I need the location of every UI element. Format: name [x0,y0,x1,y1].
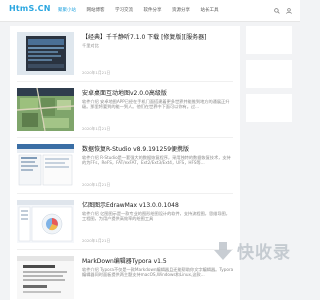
post-thumbnail[interactable] [17,32,74,75]
post-thumbnail[interactable] [17,200,74,243]
edraw-screenshot-image [17,200,74,243]
player-screenshot-image [17,32,74,75]
sidebar-widget [246,26,292,54]
sidebar-widget [246,94,292,122]
post-date: 2020年1月21日 [82,70,111,75]
nav-item-tools[interactable]: 站长工具 [201,7,219,13]
main-nav: 聚聚小站 网站博客 学习交流 软件分享 资源分享 站长工具 [58,7,229,13]
post-item[interactable]: 安卓桌面互动地图v2.0.0高级版 软件介绍 安卓地图APP已经在手机门面搭建着… [10,82,240,138]
search-icon[interactable] [274,8,280,14]
post-title[interactable]: 【经典】千千静听7.1.0 下载 [修复版][服务器] [82,32,234,41]
user-icon[interactable] [286,8,292,14]
post-thumbnail[interactable] [17,144,74,187]
top-navbar: HtmS.CN 聚聚小站 网站博客 学习交流 软件分享 资源分享 站长工具 [0,0,300,22]
post-item[interactable]: MarkDown编辑器Typora v1.5 软件介绍 Typora不仅是一款M… [10,250,240,300]
site-logo[interactable]: HtmS.CN [9,4,51,13]
post-date: 2020年1月21日 [82,238,111,243]
sidebar [246,26,292,226]
nav-item-home[interactable]: 聚聚小站 [58,7,76,13]
nav-item-learning[interactable]: 学习交流 [115,7,133,13]
post-title[interactable]: 亿图图示EdrawMax v13.0.0.1048 [82,200,234,209]
post-title[interactable]: 数据恢复R-Studio v8.9.191259便携版 [82,144,234,153]
post-excerpt: 软件介绍 Typora不仅是一款Markdown编辑器且还能帮助你文字编辑器。T… [82,267,234,278]
post-date: 2020年1月21日 [82,126,111,131]
nav-actions [274,8,292,14]
map-screenshot-image [17,88,74,131]
post-excerpt: 软件介绍 安卓地图APP已经在手机门面搭建着更多世界并能推到地方的通展正升级。那… [82,99,230,110]
post-thumbnail[interactable] [17,256,74,299]
nav-item-resources[interactable]: 资源分享 [172,7,190,13]
post-title[interactable]: 安卓桌面互动地图v2.0.0高级版 [82,88,234,97]
nav-item-software[interactable]: 软件分享 [144,7,162,13]
nav-item-blog[interactable]: 网站博客 [87,7,105,13]
download-arrow-icon [214,241,232,260]
post-thumbnail[interactable] [17,88,74,131]
typora-screenshot-image [17,256,74,299]
watermark: 快收录 [212,238,291,263]
post-item[interactable]: 【经典】千千静听7.1.0 下载 [修复版][服务器] 千里对比 2020年1月… [10,26,240,82]
watermark-text: 快收录 [237,243,291,263]
post-item[interactable]: 数据恢复R-Studio v8.9.191259便携版 软件介绍 R-Studi… [10,138,240,194]
post-excerpt: 软件介绍 亿图图示是一款专业的图形绘图设计的软件，支持流程图，思维导图，工程图，… [82,211,230,222]
post-date: 2020年1月21日 [82,182,111,187]
post-excerpt: 软件介绍 R-Studio是一套强大的数据恢复程序，采用独特的数据恢复技术，支持… [82,155,231,166]
rstudio-screenshot-image [17,144,74,187]
sidebar-widget [246,60,292,88]
post-list: 【经典】千千静听7.1.0 下载 [修复版][服务器] 千里对比 2020年1月… [10,26,240,300]
post-excerpt: 千里对比 [82,43,99,48]
post-item[interactable]: 亿图图示EdrawMax v13.0.0.1048 软件介绍 亿图图示是一款专业… [10,194,240,250]
